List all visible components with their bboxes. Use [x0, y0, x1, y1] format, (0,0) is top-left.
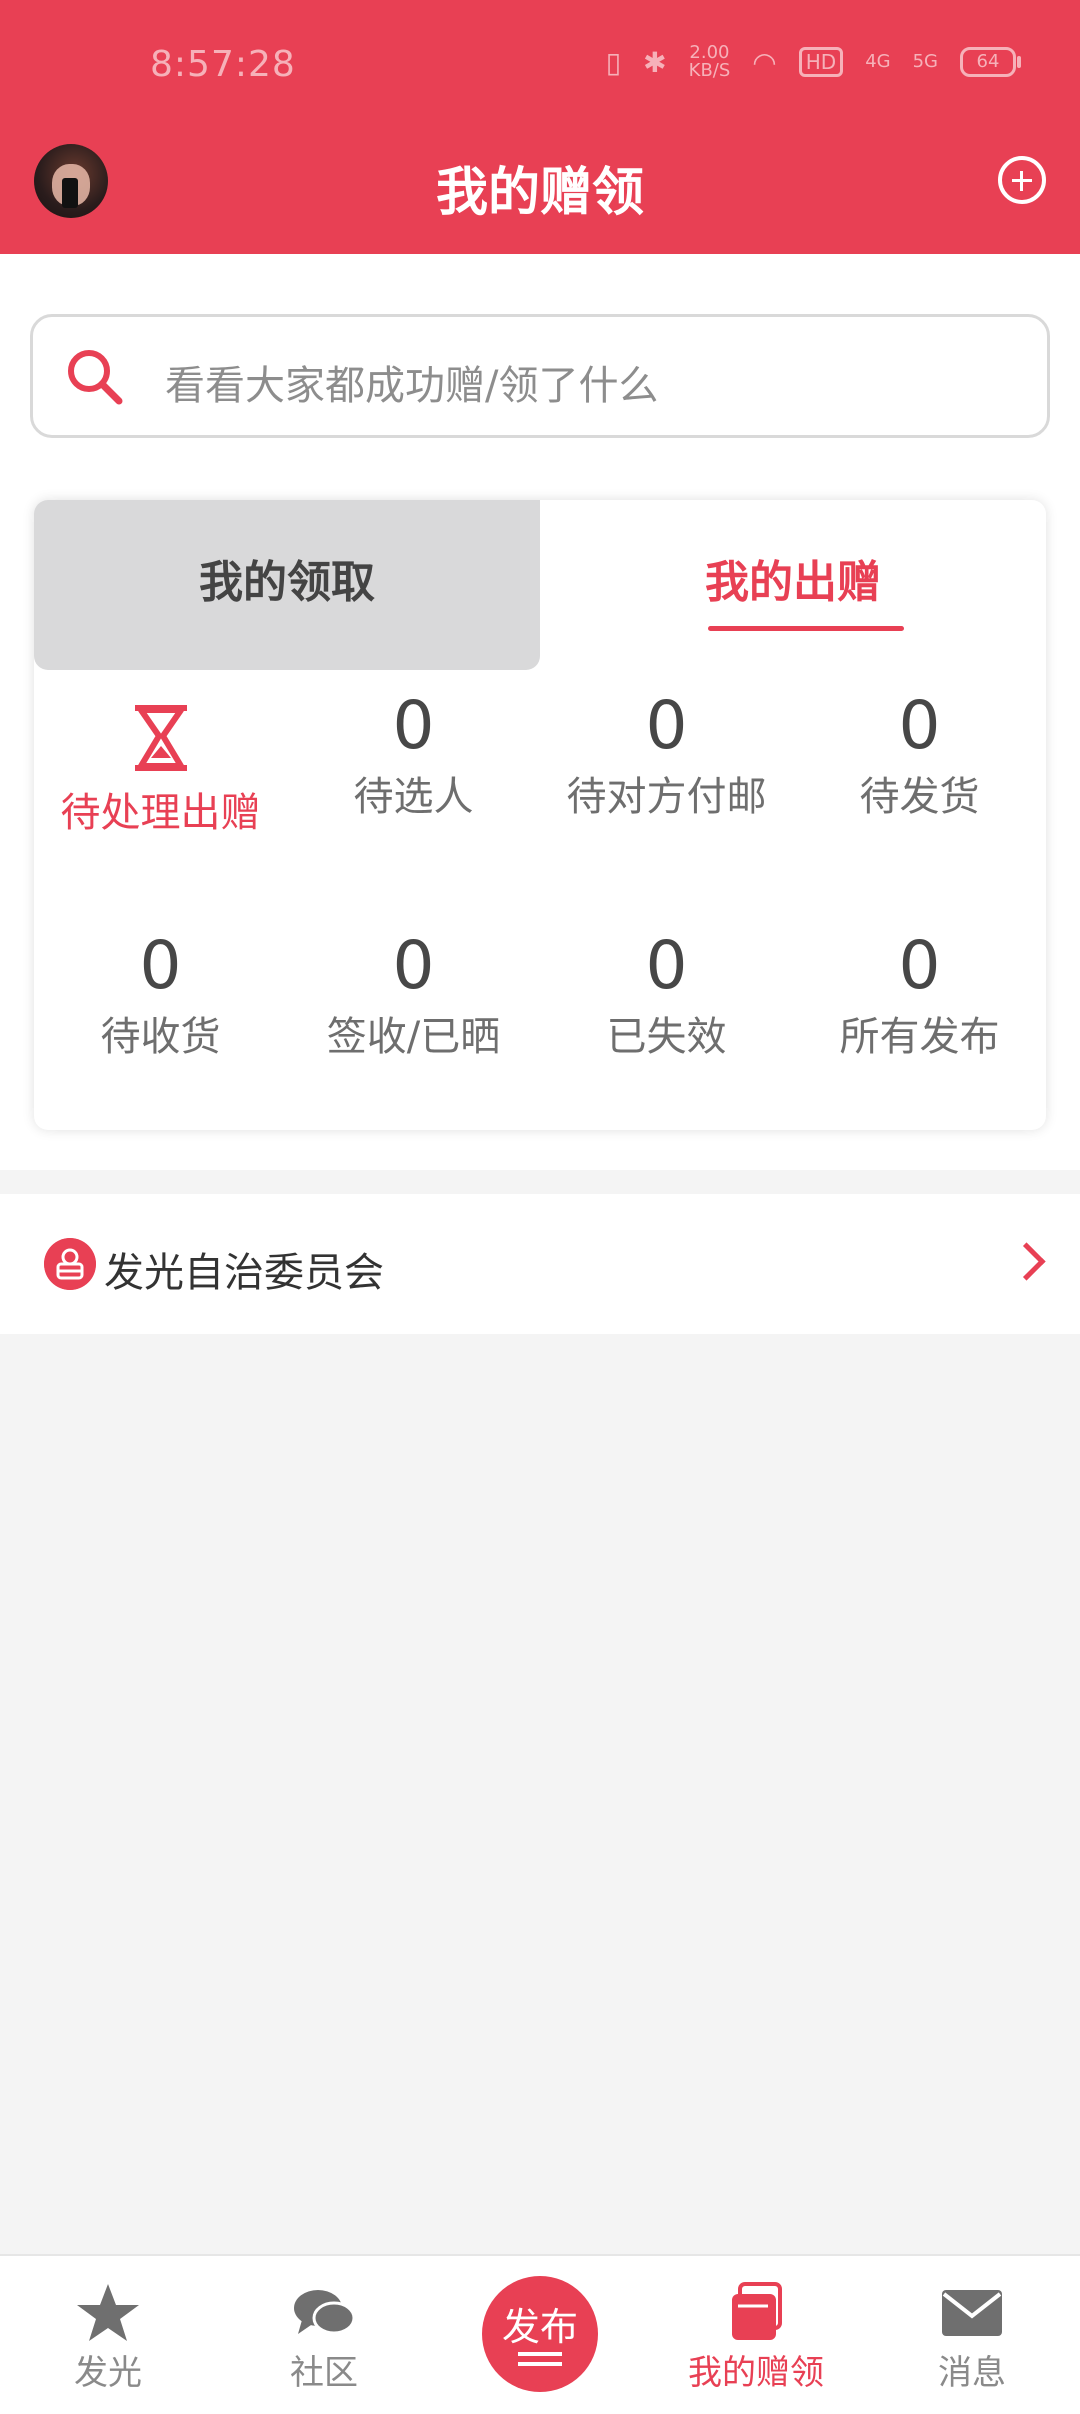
- star-icon: [77, 2284, 139, 2341]
- nav-item-messages[interactable]: 消息: [864, 2256, 1080, 2414]
- tab-my-gifts[interactable]: 我的出赠: [540, 500, 1046, 670]
- status-bar: 8:57:28 ▯ ✱ 2.00 KB/S ◠ HD 4G 5G 64: [0, 36, 1080, 102]
- cards-icon: [732, 2282, 782, 2340]
- mail-icon: [942, 2290, 1002, 2336]
- search-icon: [68, 350, 123, 405]
- publish-label: 发布: [501, 2305, 578, 2349]
- community-label: 发光自治委员会: [104, 1250, 384, 1296]
- stat-label: 所有发布: [839, 1014, 1000, 1060]
- stat-all-posts[interactable]: 0 所有发布: [793, 928, 1046, 1062]
- signal-4g-icon: 4G: [865, 51, 891, 72]
- nav-label: 我的赠领: [688, 2353, 824, 2393]
- stat-value: 0: [392, 927, 435, 1004]
- stat-value: 0: [139, 927, 182, 1004]
- stat-awaiting-receipt[interactable]: 0 待收货: [34, 928, 287, 1062]
- gift-stats-card: 我的领取 我的出赠 待处理出赠 0 待选人 0 待对方付邮 0 待发货 0 待收…: [34, 500, 1046, 1130]
- bottom-navigation: 发光 社区 发布 我的赠领 消息: [0, 2254, 1080, 2414]
- stat-expired[interactable]: 0 已失效: [540, 928, 793, 1062]
- publish-button[interactable]: 发布: [482, 2276, 598, 2392]
- stat-value: 0: [898, 687, 941, 764]
- wifi-icon: ◠: [752, 45, 777, 79]
- stat-value: 0: [645, 687, 688, 764]
- stat-value: 0: [392, 687, 435, 764]
- search-bar[interactable]: 看看大家都成功赠/领了什么: [30, 314, 1050, 438]
- nav-item-my-gifts[interactable]: 我的赠领: [648, 2256, 864, 2414]
- nav-item-shine[interactable]: 发光: [0, 2256, 216, 2414]
- battery-icon: 64: [960, 47, 1021, 77]
- nav-item-community[interactable]: 社区: [216, 2256, 432, 2414]
- nav-label: 消息: [938, 2353, 1006, 2393]
- stat-label: 待处理出赠: [60, 790, 261, 836]
- stat-value: 0: [898, 927, 941, 1004]
- stat-label: 待对方付邮: [566, 774, 767, 820]
- stat-pending-gifts[interactable]: 待处理出赠: [34, 700, 287, 838]
- stat-value: 0: [645, 927, 688, 1004]
- add-icon[interactable]: [998, 156, 1046, 204]
- community-committee-row[interactable]: 发光自治委员会: [0, 1194, 1080, 1334]
- top-app-bar: 8:57:28 ▯ ✱ 2.00 KB/S ◠ HD 4G 5G 64 我的赠领: [0, 0, 1080, 254]
- vibrate-icon: ▯: [605, 45, 622, 79]
- stat-received-shared[interactable]: 0 签收/已晒: [287, 928, 540, 1062]
- search-placeholder: 看看大家都成功赠/领了什么: [165, 363, 659, 409]
- stat-awaiting-postage[interactable]: 0 待对方付邮: [540, 688, 793, 822]
- status-time: 8:57:28: [150, 44, 296, 85]
- active-tab-indicator: [708, 626, 904, 631]
- signal-5g-icon: 5G: [912, 51, 938, 72]
- stat-label: 待收货: [100, 1014, 221, 1060]
- committee-icon: [44, 1238, 96, 1290]
- section-divider: [0, 1170, 1080, 1194]
- page-title: 我的赠领: [435, 163, 644, 223]
- stat-awaiting-shipment[interactable]: 0 待发货: [793, 688, 1046, 822]
- menu-lines-icon: [518, 2352, 562, 2356]
- chat-bubbles-icon: [294, 2290, 356, 2335]
- bluetooth-icon: ✱: [643, 45, 667, 79]
- tab-label: 我的出赠: [705, 557, 881, 608]
- chevron-right-icon: [1007, 1242, 1046, 1281]
- stat-awaiting-selection[interactable]: 0 待选人: [287, 688, 540, 822]
- hd-icon: HD: [798, 47, 844, 77]
- tab-my-claims[interactable]: 我的领取: [34, 500, 540, 670]
- stat-label: 已失效: [606, 1014, 727, 1060]
- nav-label: 社区: [290, 2353, 358, 2393]
- stat-label: 签收/已晒: [326, 1014, 501, 1060]
- status-icons: ▯ ✱ 2.00 KB/S ◠ HD 4G 5G 64: [605, 42, 1021, 81]
- stat-label: 待发货: [859, 774, 980, 820]
- nav-label: 发光: [74, 2353, 142, 2393]
- stat-label: 待选人: [353, 774, 474, 820]
- network-speed: 2.00 KB/S: [688, 42, 731, 81]
- tab-label: 我的领取: [199, 557, 375, 608]
- hourglass-icon: [134, 705, 187, 771]
